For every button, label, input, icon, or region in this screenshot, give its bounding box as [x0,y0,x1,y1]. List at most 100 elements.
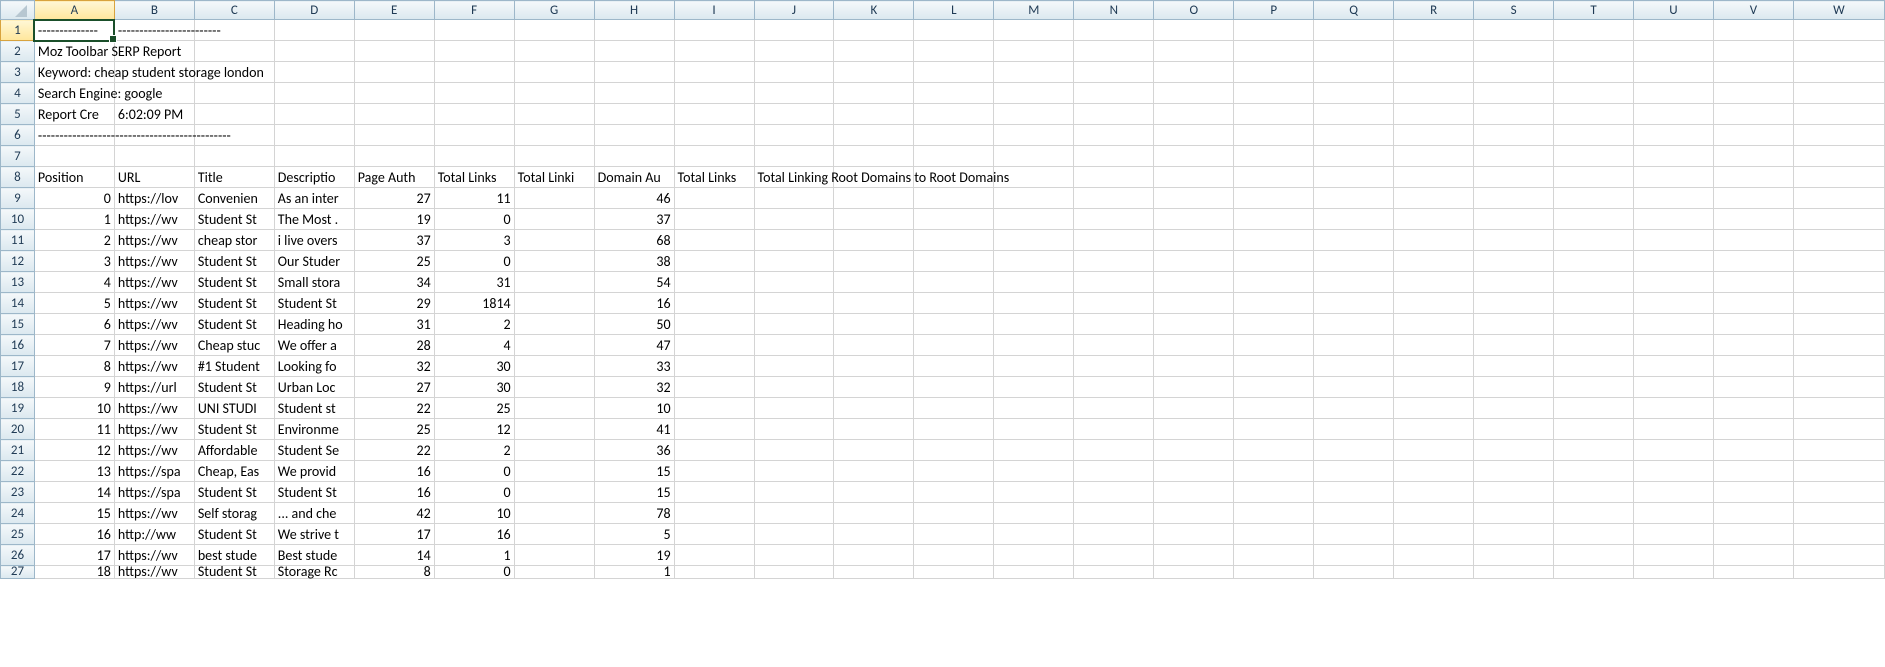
cell-S15[interactable] [1474,314,1554,335]
cell-A11[interactable]: 2 [34,230,114,251]
spreadsheet-grid[interactable]: ABCDEFGHIJKLMNOPQRSTUVW 1---------------… [0,0,1885,579]
cell-A20[interactable]: 11 [34,419,114,440]
cell-L23[interactable] [914,482,994,503]
cell-N19[interactable] [1074,398,1154,419]
cell-W6[interactable] [1793,125,1884,146]
cell-M17[interactable] [994,356,1074,377]
cell-J5[interactable] [754,104,834,125]
cell-N21[interactable] [1074,440,1154,461]
cell-E7[interactable] [354,146,434,167]
cell-J27[interactable] [754,566,834,579]
cell-T22[interactable] [1554,461,1634,482]
cell-T16[interactable] [1554,335,1634,356]
cell-G10[interactable] [514,209,594,230]
cell-E25[interactable]: 17 [354,524,434,545]
cell-P25[interactable] [1234,524,1314,545]
cell-H9[interactable]: 46 [594,188,674,209]
cell-H4[interactable] [594,83,674,104]
cell-O12[interactable] [1154,251,1234,272]
cell-B19[interactable]: https://wv [114,398,194,419]
cell-H17[interactable]: 33 [594,356,674,377]
cell-F8[interactable]: Total Links [434,167,514,188]
cell-L16[interactable] [914,335,994,356]
cell-N16[interactable] [1074,335,1154,356]
cell-T2[interactable] [1554,41,1634,62]
cell-U20[interactable] [1633,419,1713,440]
cell-F2[interactable] [434,41,514,62]
cell-G8[interactable]: Total Linki [514,167,594,188]
cell-J19[interactable] [754,398,834,419]
cell-G6[interactable] [514,125,594,146]
row-header-8[interactable]: 8 [1,167,35,188]
cell-N12[interactable] [1074,251,1154,272]
cell-B23[interactable]: https://spa [114,482,194,503]
cell-E22[interactable]: 16 [354,461,434,482]
cell-A14[interactable]: 5 [34,293,114,314]
cell-C9[interactable]: Convenien [194,188,274,209]
cell-I1[interactable] [674,20,754,41]
cell-V14[interactable] [1713,293,1793,314]
row-header-4[interactable]: 4 [1,83,35,104]
cell-P1[interactable] [1234,20,1314,41]
cell-T9[interactable] [1554,188,1634,209]
cell-W12[interactable] [1793,251,1884,272]
cell-N23[interactable] [1074,482,1154,503]
cell-H18[interactable]: 32 [594,377,674,398]
cell-W21[interactable] [1793,440,1884,461]
cell-N22[interactable] [1074,461,1154,482]
cell-W9[interactable] [1793,188,1884,209]
cell-S14[interactable] [1474,293,1554,314]
cell-N3[interactable] [1074,62,1154,83]
cell-U3[interactable] [1633,62,1713,83]
cell-C20[interactable]: Student St [194,419,274,440]
cell-L13[interactable] [914,272,994,293]
cell-B20[interactable]: https://wv [114,419,194,440]
cell-K22[interactable] [834,461,914,482]
cell-V12[interactable] [1713,251,1793,272]
cell-I18[interactable] [674,377,754,398]
cell-D14[interactable]: Student St [274,293,354,314]
cell-W16[interactable] [1793,335,1884,356]
cell-J16[interactable] [754,335,834,356]
cell-R24[interactable] [1394,503,1474,524]
cell-O21[interactable] [1154,440,1234,461]
cell-F18[interactable]: 30 [434,377,514,398]
row-header-27[interactable]: 27 [1,566,35,579]
cell-L8[interactable] [914,167,994,188]
cell-L7[interactable] [914,146,994,167]
cell-B17[interactable]: https://wv [114,356,194,377]
cell-M12[interactable] [994,251,1074,272]
cell-T10[interactable] [1554,209,1634,230]
cell-E23[interactable]: 16 [354,482,434,503]
cell-Q13[interactable] [1314,272,1394,293]
cell-O26[interactable] [1154,545,1234,566]
cell-W24[interactable] [1793,503,1884,524]
row-header-25[interactable]: 25 [1,524,35,545]
cell-U1[interactable] [1633,20,1713,41]
cell-Q26[interactable] [1314,545,1394,566]
cell-C8[interactable]: Title [194,167,274,188]
cell-E8[interactable]: Page Auth [354,167,434,188]
cell-G14[interactable] [514,293,594,314]
cell-V4[interactable] [1713,83,1793,104]
cell-P23[interactable] [1234,482,1314,503]
cell-O14[interactable] [1154,293,1234,314]
cell-K13[interactable] [834,272,914,293]
cell-L19[interactable] [914,398,994,419]
cell-P9[interactable] [1234,188,1314,209]
cell-N17[interactable] [1074,356,1154,377]
cell-C16[interactable]: Cheap stuc [194,335,274,356]
cell-Q18[interactable] [1314,377,1394,398]
row-header-10[interactable]: 10 [1,209,35,230]
col-header-W[interactable]: W [1793,1,1884,20]
cell-Q23[interactable] [1314,482,1394,503]
cell-K9[interactable] [834,188,914,209]
cell-S4[interactable] [1474,83,1554,104]
cell-K14[interactable] [834,293,914,314]
cell-U14[interactable] [1633,293,1713,314]
col-header-A[interactable]: A [34,1,114,20]
cell-F19[interactable]: 25 [434,398,514,419]
cell-D5[interactable] [274,104,354,125]
cell-P17[interactable] [1234,356,1314,377]
cell-Q4[interactable] [1314,83,1394,104]
